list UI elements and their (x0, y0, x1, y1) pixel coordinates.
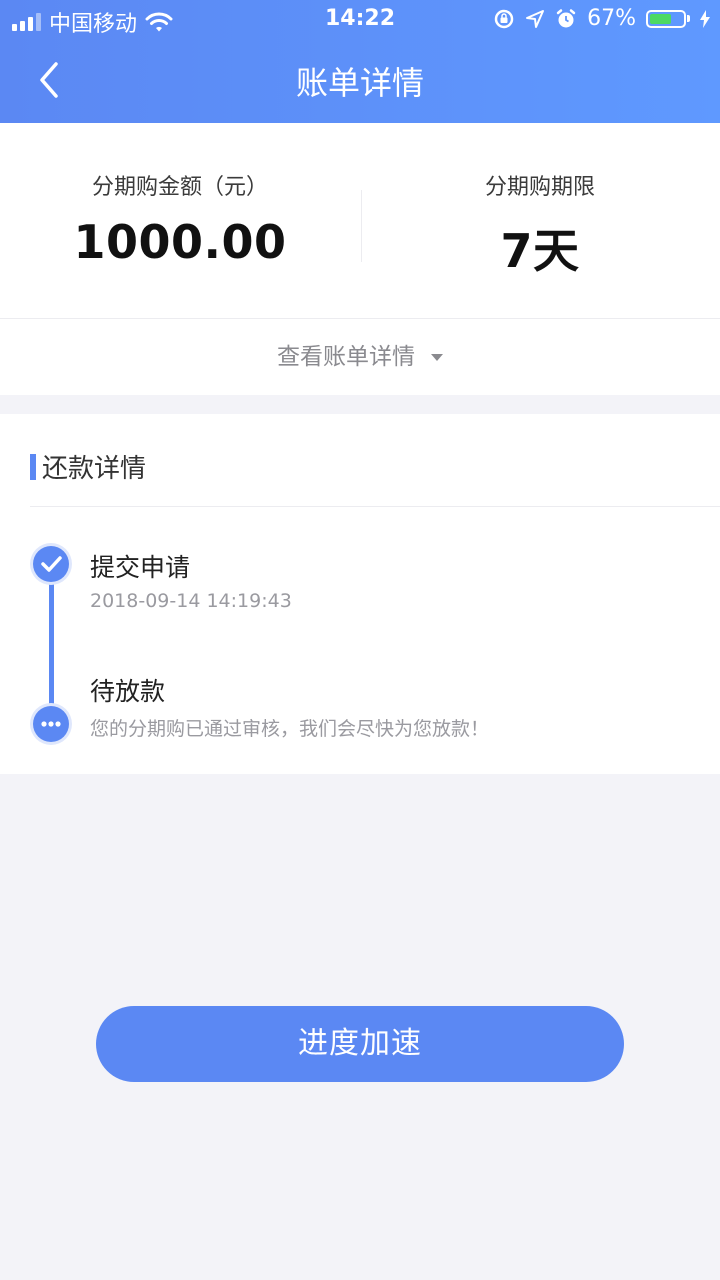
location-icon (526, 9, 545, 28)
more-dots-icon (33, 706, 69, 742)
bill-summary: 分期购金额（元） 1000.00 分期购期限 7天 (0, 123, 720, 319)
battery-icon (646, 9, 690, 28)
battery-percent: 67% (587, 6, 636, 31)
section-title: 还款详情 (30, 448, 146, 485)
section-divider (30, 506, 720, 507)
amount-value: 1000.00 (73, 215, 287, 269)
app-header: 中国移动 14:22 67% 账单详情 (0, 0, 720, 123)
page-title: 账单详情 (295, 64, 424, 102)
term-block: 分期购期限 7天 (360, 123, 720, 281)
status-right: 67% (493, 6, 710, 31)
section-title-label: 还款详情 (42, 454, 147, 484)
charging-icon (700, 9, 710, 28)
step-title: 待放款 (90, 677, 166, 706)
term-value: 7天 (500, 224, 580, 278)
rotation-lock-icon (494, 9, 514, 28)
amount-label: 分期购金额（元） (91, 175, 268, 200)
caret-down-icon (431, 354, 443, 361)
alarm-icon (556, 8, 576, 27)
step-subtitle: 2018-09-14 14:19:43 (90, 590, 292, 612)
amount-block: 分期购金额（元） 1000.00 (0, 123, 360, 269)
status-bar: 中国移动 14:22 67% (0, 0, 720, 40)
check-icon (33, 546, 69, 582)
view-bill-detail-toggle[interactable]: 查看账单详情 (0, 319, 720, 395)
speed-up-button[interactable]: 进度加速 (96, 1006, 624, 1082)
view-bill-detail-label: 查看账单详情 (277, 344, 415, 370)
timeline-line (49, 582, 54, 722)
title-accent-bar (30, 453, 36, 480)
back-arrow-icon (40, 62, 58, 98)
step-title: 提交申请 (90, 553, 191, 582)
term-label: 分期购期限 (484, 175, 595, 200)
step-subtitle: 您的分期购已通过审核，我们会尽快为您放款！ (90, 718, 490, 740)
repayment-section: 还款详情 提交申请 2018-09-14 14:19:43 待放款 您的分期购已… (0, 414, 720, 774)
back-button[interactable] (30, 56, 70, 104)
